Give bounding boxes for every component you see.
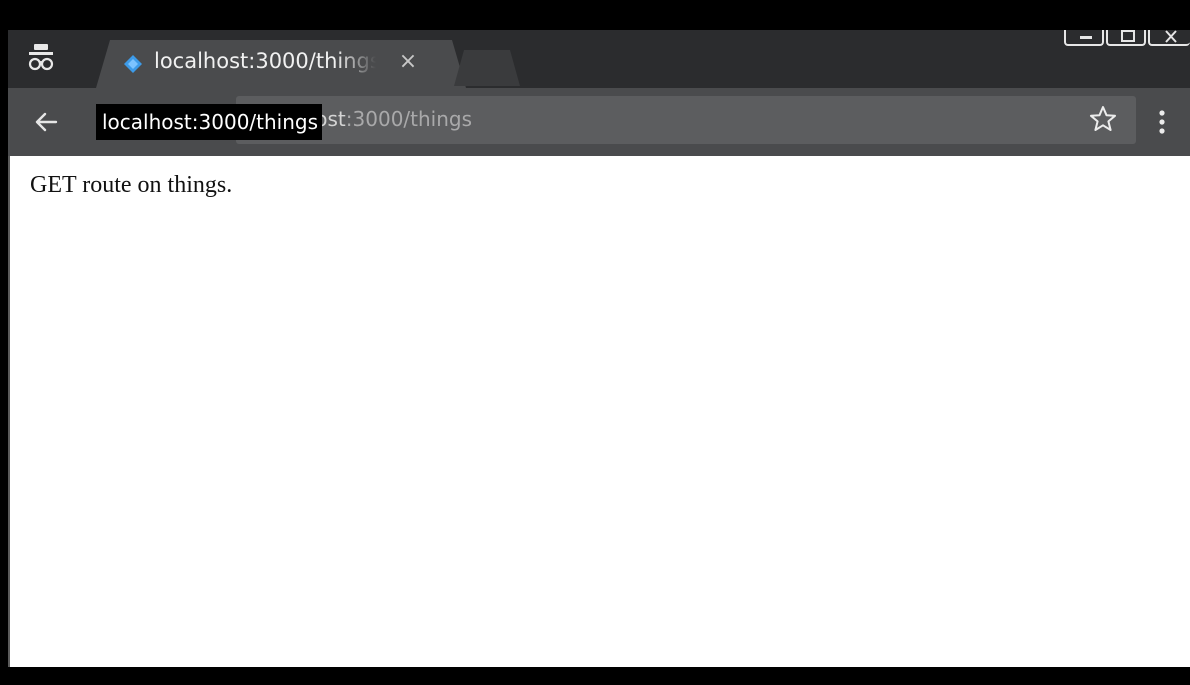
- incognito-icon: [26, 42, 56, 76]
- page-viewport: GET route on things.: [8, 156, 1190, 667]
- star-icon: [1090, 106, 1116, 131]
- window-close-button[interactable]: [1148, 30, 1190, 46]
- back-button[interactable]: [30, 106, 62, 138]
- url-host-suffix: st: [327, 107, 346, 131]
- tab-close-button[interactable]: ×: [396, 48, 420, 76]
- address-bar[interactable]: localhost:3000/things: [236, 96, 1136, 144]
- kebab-menu-icon: [1159, 110, 1165, 134]
- maximize-button[interactable]: [1106, 30, 1146, 46]
- page-body-text: GET route on things.: [30, 172, 233, 198]
- tab-strip: localhost:3000/things ×: [8, 30, 1190, 88]
- minimize-button[interactable]: [1064, 30, 1104, 46]
- maximize-icon: [1108, 30, 1144, 47]
- minimize-icon: [1066, 30, 1102, 47]
- bookmark-star-button[interactable]: [1088, 104, 1118, 134]
- new-tab-button[interactable]: [454, 50, 520, 86]
- browser-menu-button[interactable]: [1152, 106, 1172, 140]
- close-icon: [1150, 30, 1190, 47]
- page-favicon-icon: [122, 53, 144, 75]
- active-tab[interactable]: localhost:3000/things ×: [96, 40, 466, 88]
- screen: localhost:3000/things × localho: [0, 0, 1190, 685]
- back-arrow-icon: [35, 112, 58, 132]
- tab-title: localhost:3000/things: [154, 49, 376, 73]
- url-tooltip: localhost:3000/things: [96, 104, 323, 140]
- url-path: :3000/things: [345, 107, 473, 131]
